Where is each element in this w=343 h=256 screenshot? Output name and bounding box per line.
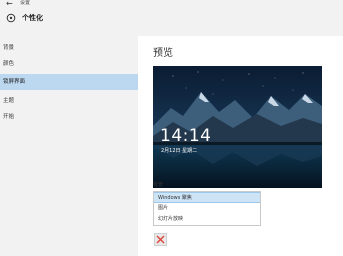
- sidebar-item-lock-screen[interactable]: 锁屏界面: [0, 74, 138, 90]
- window-title: 设置: [20, 0, 31, 6]
- home-icon[interactable]: [6, 13, 16, 23]
- sidebar-item-start[interactable]: 开始: [0, 109, 138, 125]
- background-dropdown[interactable]: Windows 聚焦 图片 幻灯片放映: [153, 191, 261, 226]
- page-title: 个性化: [22, 14, 43, 22]
- preview-heading: 预览: [153, 48, 173, 59]
- lock-screen-time: 14:14: [160, 126, 212, 146]
- dropdown-option-label: 幻灯片放映: [158, 216, 184, 222]
- sidebar-item-label: 主题: [3, 98, 15, 104]
- sidebar-item-colors[interactable]: 颜色: [0, 56, 138, 72]
- main-content: 预览 14:14 2月12日 星期二 背景 Windows 聚焦 图片 幻灯片放…: [138, 36, 343, 256]
- sidebar-item-themes[interactable]: 主题: [0, 93, 138, 109]
- title-bar: ← 设置 个性化: [0, 0, 343, 36]
- dropdown-option-windows-spotlight[interactable]: Windows 聚焦: [154, 192, 260, 203]
- background-label: 背景: [153, 182, 164, 188]
- sidebar-item-label: 开始: [3, 114, 15, 120]
- lock-screen-date: 2月12日 星期二: [161, 148, 198, 154]
- sidebar-item-label: 颜色: [3, 61, 15, 67]
- back-arrow-icon[interactable]: ←: [6, 0, 13, 8]
- close-icon: [156, 235, 165, 244]
- sidebar-item-background[interactable]: 背景: [0, 40, 138, 56]
- dropdown-option-label: 图片: [158, 205, 169, 211]
- sidebar: 背景 颜色 锁屏界面 主题 开始: [0, 36, 138, 256]
- lock-screen-preview: 14:14 2月12日 星期二: [153, 66, 322, 188]
- sidebar-item-label: 背景: [3, 45, 15, 51]
- close-button[interactable]: [154, 233, 167, 246]
- dropdown-option-picture[interactable]: 图片: [154, 203, 260, 214]
- dropdown-option-label: Windows 聚焦: [158, 195, 192, 201]
- sidebar-item-label: 锁屏界面: [3, 79, 26, 85]
- dropdown-option-slideshow[interactable]: 幻灯片放映: [154, 214, 260, 225]
